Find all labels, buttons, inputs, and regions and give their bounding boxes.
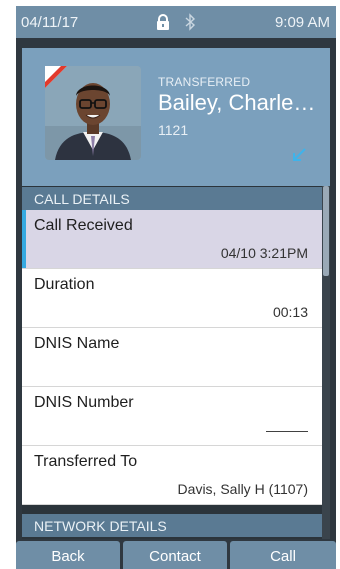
back-button[interactable]: Back — [16, 541, 120, 569]
scrollbar-thumb[interactable] — [323, 186, 329, 276]
status-time: 9:09 AM — [274, 14, 330, 31]
softkey-bar: Back Contact Call — [16, 541, 336, 569]
bluetooth-icon — [184, 13, 196, 31]
call-button[interactable]: Call — [230, 541, 336, 569]
section-call-details: CALL DETAILS — [22, 187, 322, 210]
status-bar: 04/11/17 9:09 AM — [16, 6, 336, 38]
status-date: 04/11/17 — [21, 14, 79, 31]
row-value: 04/10 3:21PM — [220, 245, 308, 261]
selection-indicator — [22, 210, 26, 268]
call-status: TRANSFERRED — [158, 75, 251, 89]
missed-flag-icon — [45, 66, 67, 88]
row-transferred-to[interactable]: Transferred To Davis, Sally H (1107) — [22, 446, 322, 505]
scrollbar[interactable] — [322, 186, 330, 539]
lock-icon — [154, 13, 172, 31]
row-dnis-number[interactable]: DNIS Number ——— — [22, 387, 322, 446]
row-label: DNIS Name — [34, 335, 120, 352]
contact-button[interactable]: Contact — [123, 541, 227, 569]
row-value: 00:13 — [272, 304, 308, 320]
incoming-arrow-icon — [291, 147, 307, 163]
row-value: Davis, Sally H (1107) — [177, 481, 308, 497]
contact-extension: 1121 — [158, 122, 189, 138]
phone-device: 04/11/17 9:09 AM TRANSFERRED Bailey, Cha… — [16, 6, 336, 569]
contact-header: TRANSFERRED Bailey, Charle… 1121 — [22, 48, 330, 186]
row-dnis-name[interactable]: DNIS Name — [22, 328, 322, 387]
contact-name: Bailey, Charle… — [158, 90, 316, 115]
row-label: Call Received — [34, 217, 133, 234]
row-value: ——— — [266, 422, 308, 438]
row-label: DNIS Number — [34, 394, 134, 411]
section-network-details: NETWORK DETAILS — [22, 514, 322, 537]
row-label: Duration — [34, 276, 95, 293]
row-call-received[interactable]: Call Received 04/10 3:21PM — [22, 210, 322, 269]
row-duration[interactable]: Duration 00:13 — [22, 269, 322, 328]
row-label: Transferred To — [34, 453, 138, 470]
call-details-list: Call Received 04/10 3:21PM Duration 00:1… — [22, 210, 322, 505]
call-detail-screen: TRANSFERRED Bailey, Charle… 1121 CALL DE… — [22, 48, 330, 539]
